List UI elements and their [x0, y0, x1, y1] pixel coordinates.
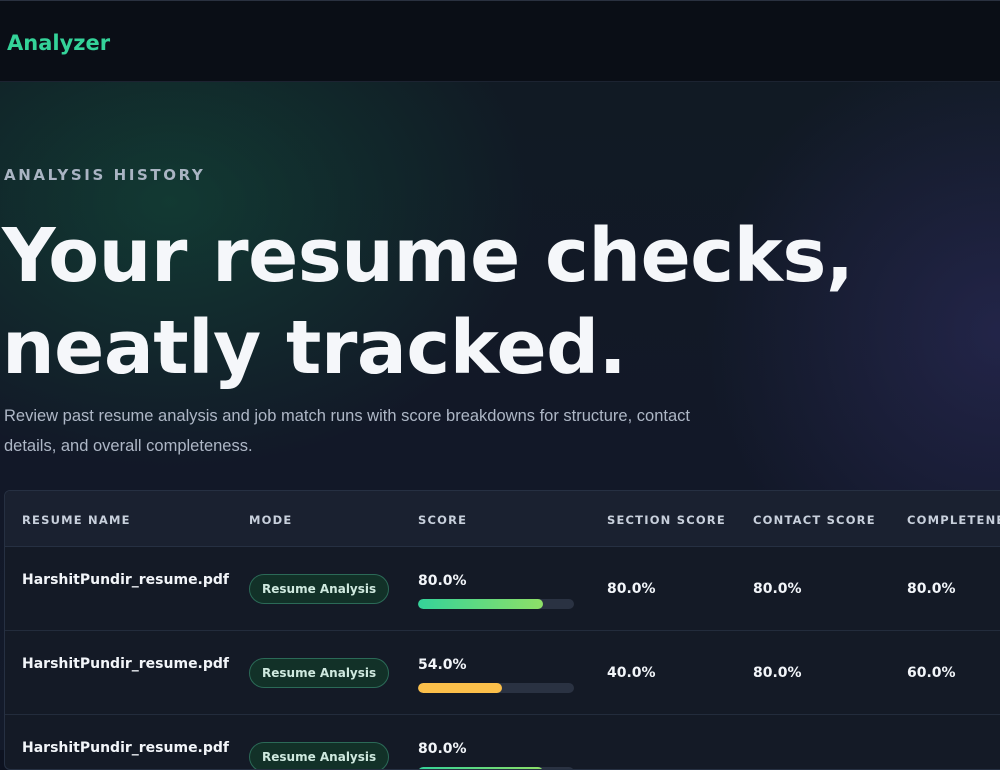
section-score-value: 80.0% [607, 581, 656, 597]
top-bar: Analyzer [0, 0, 1000, 82]
resume-name-cell[interactable]: HarshitPundir_resume.pdf [22, 653, 232, 675]
column-header-mode[interactable]: MODE [249, 513, 292, 527]
brand-logo[interactable]: Analyzer [7, 31, 110, 55]
contact-score-value: 80.0% [753, 581, 802, 597]
mode-badge: Resume Analysis [249, 574, 390, 604]
score-progress-fill [418, 599, 543, 609]
column-header-resume-name[interactable]: RESUME NAME [22, 513, 131, 527]
score-value: 80.0% [418, 741, 467, 757]
column-header-contact-score[interactable]: CONTACT SCORE [753, 513, 876, 527]
mode-badge: Resume Analysis [249, 658, 390, 688]
completeness-value: 80.0% [907, 581, 956, 597]
page-title-line-2: neatly tracked. [2, 305, 627, 391]
history-table: RESUME NAME MODE SCORE SECTION SCORE CON… [4, 490, 1000, 770]
score-progress-bar [418, 599, 574, 609]
mode-badge: Resume Analysis [249, 742, 390, 769]
section-eyebrow: ANALYSIS HISTORY [4, 166, 206, 184]
score-progress-bar [418, 683, 574, 693]
score-value: 80.0% [418, 573, 467, 589]
column-header-completeness[interactable]: COMPLETENE [907, 513, 1000, 527]
resume-name-cell[interactable]: HarshitPundir_resume.pdf [22, 569, 232, 591]
page-title-line-1: Your resume checks, [2, 213, 854, 299]
table-header: RESUME NAME MODE SCORE SECTION SCORE CON… [5, 491, 1000, 547]
table-row[interactable]: HarshitPundir_resume.pdf Resume Analysis… [5, 631, 1000, 715]
score-value: 54.0% [418, 657, 467, 673]
page-title: Your resume checks, neatly tracked. [2, 210, 992, 394]
table-row[interactable]: HarshitPundir_resume.pdf Resume Analysis… [5, 715, 1000, 769]
section-score-value: 40.0% [607, 665, 656, 681]
score-progress-fill [418, 683, 503, 693]
column-header-section-score[interactable]: SECTION SCORE [607, 513, 726, 527]
contact-score-value: 80.0% [753, 665, 802, 681]
completeness-value: 60.0% [907, 665, 956, 681]
resume-name-cell[interactable]: HarshitPundir_resume.pdf [22, 737, 232, 759]
table-row[interactable]: HarshitPundir_resume.pdf Resume Analysis… [5, 547, 1000, 631]
column-header-score[interactable]: SCORE [418, 513, 467, 527]
page-description: Review past resume analysis and job matc… [4, 407, 690, 455]
